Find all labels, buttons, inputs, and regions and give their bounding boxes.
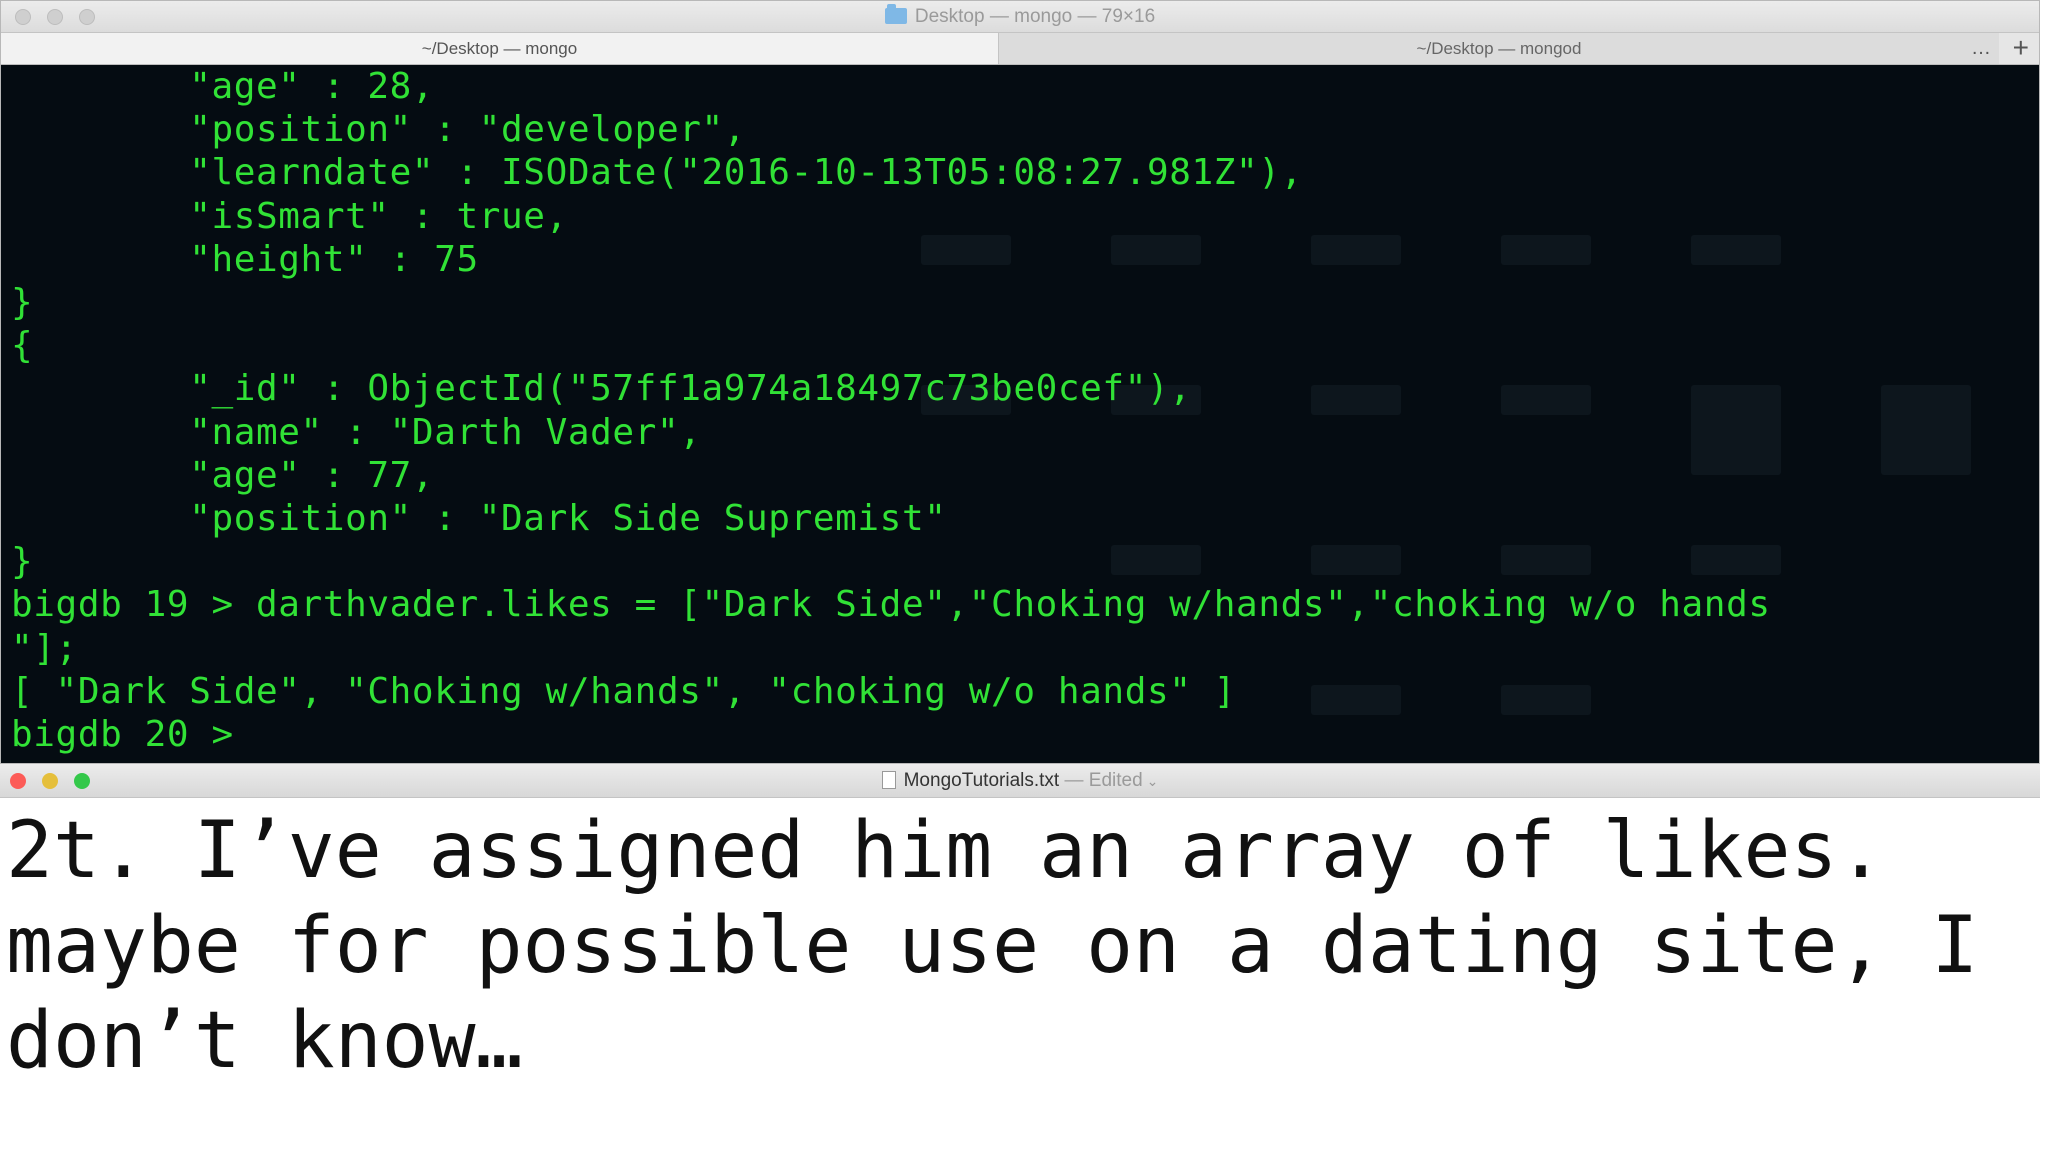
terminal-line: bigdb 20 > xyxy=(11,714,257,756)
title-separator: — xyxy=(1059,770,1089,791)
terminal-line: "isSmart" : true, xyxy=(11,195,568,237)
document-filename: MongoTutorials.txt xyxy=(903,770,1060,791)
folder-icon xyxy=(884,4,907,24)
terminal-line: "]; xyxy=(11,627,78,669)
terminal-titlebar[interactable]: Desktop — mongo — 79×16 xyxy=(1,1,2039,33)
tab-mongo[interactable]: ~/Desktop — mongo xyxy=(1,33,999,64)
terminal-line: } xyxy=(11,541,34,583)
terminal-line: bigdb 19 > darthvader.likes = ["Dark Sid… xyxy=(11,584,1771,626)
terminal-line: "position" : "Dark Side Supremist" xyxy=(11,498,947,540)
textedit-title[interactable]: MongoTutorials.txt — Edited ⌄ xyxy=(0,769,2040,793)
document-body[interactable]: 2t. I’ve assigned him an array of likes.… xyxy=(6,804,2036,1089)
terminal-line: "learndate" : ISODate("2016-10-13T05:08:… xyxy=(11,152,1303,194)
terminal-window[interactable]: Desktop — mongo — 79×16 ~/Desktop — mong… xyxy=(0,0,2040,764)
terminal-line: [ "Dark Side", "Choking w/hands", "choki… xyxy=(11,670,1237,712)
tab-overflow-icon[interactable]: … xyxy=(1971,33,1991,64)
textedit-window[interactable]: MongoTutorials.txt — Edited ⌄ 2t. I’ve as… xyxy=(0,764,2048,1152)
terminal-line: "position" : "developer", xyxy=(11,109,747,151)
document-icon xyxy=(881,771,896,789)
terminal-title: Desktop — mongo — 79×16 xyxy=(1,4,2039,29)
terminal-line: "name" : "Darth Vader", xyxy=(11,411,702,453)
textedit-titlebar[interactable]: MongoTutorials.txt — Edited ⌄ xyxy=(0,764,2040,798)
terminal-output: "age" : 28, "position" : "developer", "l… xyxy=(11,65,1771,756)
terminal-content[interactable]: "age" : 28, "position" : "developer", "l… xyxy=(1,65,2039,763)
terminal-line: "_id" : ObjectId("57ff1a974a18497c73be0c… xyxy=(11,368,1192,410)
new-tab-icon[interactable]: + xyxy=(2013,31,2029,64)
terminal-line: } xyxy=(11,282,34,324)
terminal-line: { xyxy=(11,325,34,367)
terminal-line: "age" : 28, xyxy=(11,66,435,107)
chevron-down-icon[interactable]: ⌄ xyxy=(1147,773,1159,789)
tab-mongod[interactable]: ~/Desktop — mongod xyxy=(999,33,1999,64)
terminal-line: "age" : 77, xyxy=(11,454,435,496)
terminal-title-text: Desktop — mongo — 79×16 xyxy=(914,6,1156,27)
document-status: Edited xyxy=(1088,770,1143,791)
tab-bar: ~/Desktop — mongo ~/Desktop — mongod … + xyxy=(1,31,2039,65)
terminal-line: "height" : 75 xyxy=(11,238,479,280)
